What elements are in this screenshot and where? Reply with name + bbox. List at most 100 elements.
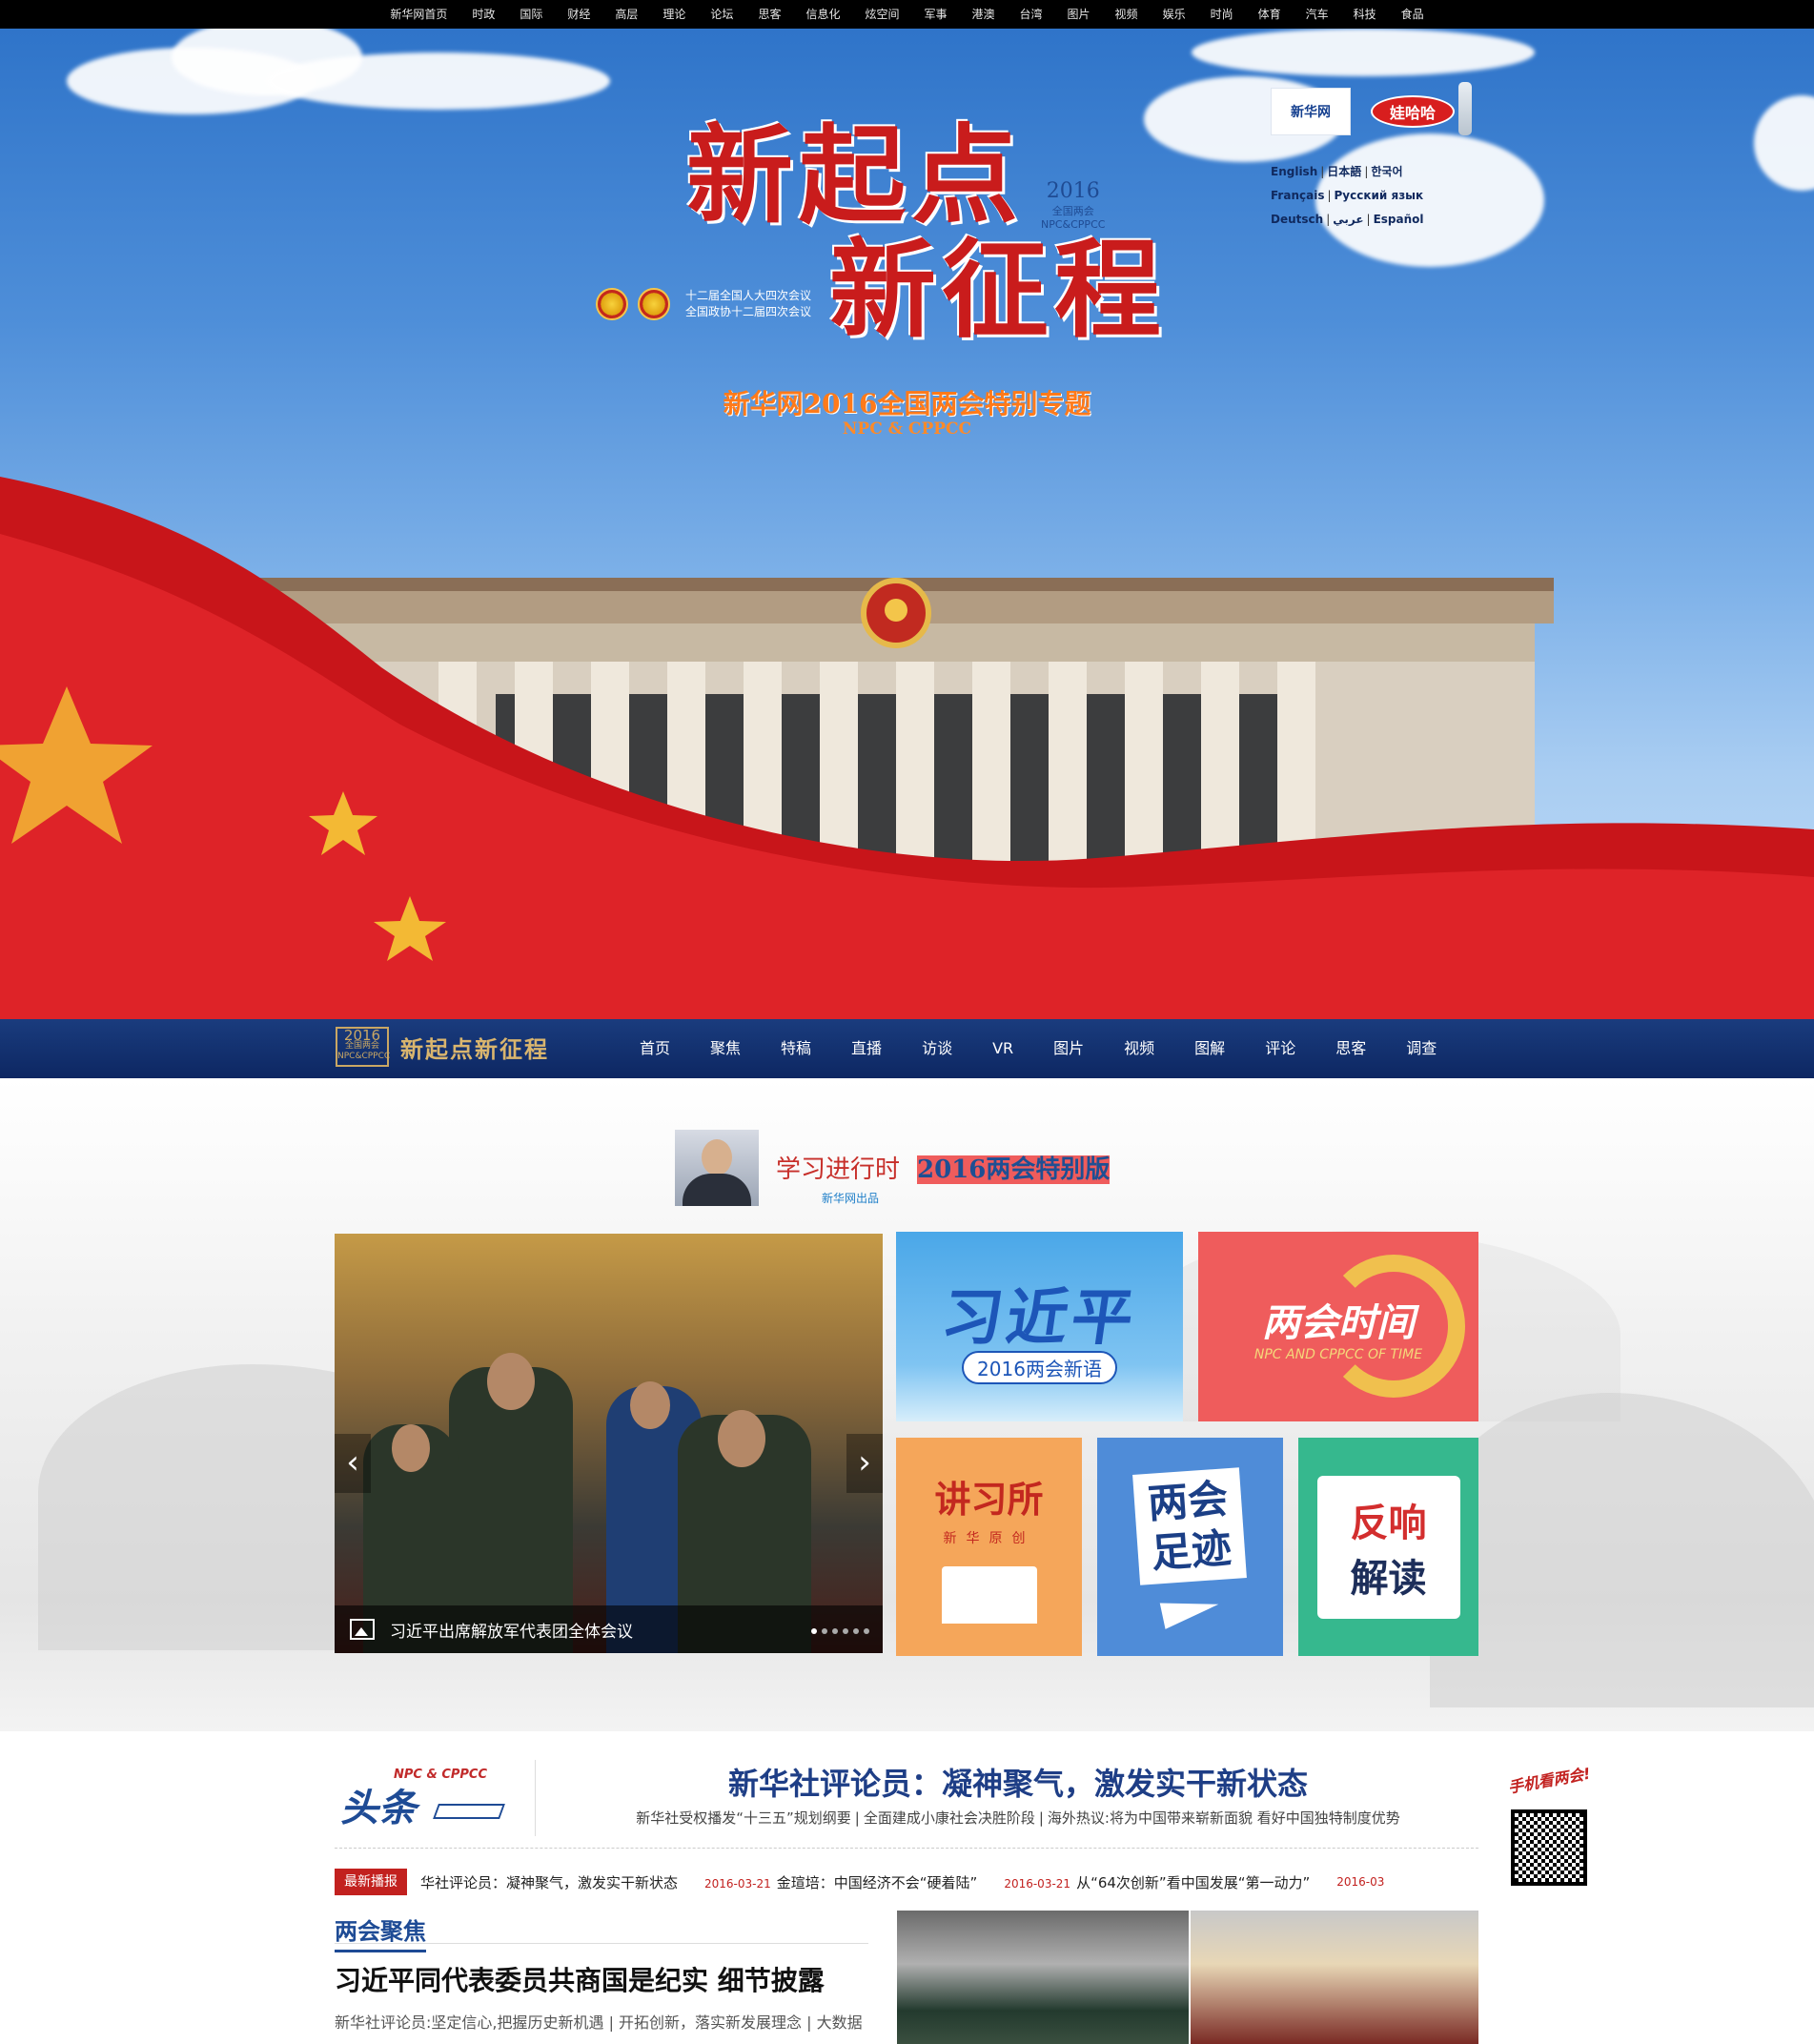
section-nav-item[interactable]: 直播 (831, 1019, 902, 1078)
logo-cn: 全国两会 (1051, 205, 1094, 217)
tile-xi-new-words[interactable]: 习近平 2016两会新语 (896, 1232, 1183, 1421)
tile-jiangxisuo[interactable]: 讲习所 新华原创 (896, 1438, 1082, 1656)
top-nav-item[interactable]: 图片 (1055, 0, 1103, 29)
section-nav-item[interactable]: 特稿 (761, 1019, 831, 1078)
section-nav-list: 首页 聚焦 特稿 直播 访谈 VR 图片 视频 图解 评论 思客 调查 (620, 1019, 1457, 1078)
photo-suit (683, 1174, 751, 1206)
top-nav-item[interactable]: 时政 (459, 0, 507, 29)
xinhua-news-logo[interactable]: 新华网 (1271, 88, 1351, 135)
carousel-next-button[interactable]: › (846, 1434, 883, 1493)
tile-response-title: 反响 (1350, 1501, 1427, 1545)
xuexi-title-a: 学习进行时 (776, 1155, 901, 1184)
language-link[interactable]: Русский язык (1335, 189, 1424, 202)
focus-label[interactable]: 两会聚焦 (335, 1912, 426, 1952)
tile-lianghui-footprint[interactable]: 两会 足迹 (1097, 1438, 1283, 1656)
language-row: Français | Русский язык (1271, 184, 1424, 208)
headline-title[interactable]: 新华社评论员：凝神聚气，激发实干新状态 (534, 1760, 1502, 1804)
divider (335, 1943, 868, 1944)
section-nav-item[interactable]: 评论 (1245, 1019, 1315, 1078)
section-nav-item[interactable]: 首页 (620, 1019, 690, 1078)
carousel-dot[interactable] (853, 1628, 859, 1634)
section-nav-item[interactable]: 视频 (1104, 1019, 1174, 1078)
ticker-date: 2016-03 (1336, 1874, 1385, 1889)
carousel-dot[interactable] (864, 1628, 869, 1634)
language-link[interactable]: Deutsch (1271, 213, 1323, 226)
top-nav-item[interactable]: 炫空间 (852, 0, 911, 29)
focus-photo[interactable] (897, 1911, 1189, 2044)
tile-footprint-title: 两会 足迹 (1132, 1466, 1248, 1585)
top-nav-item[interactable]: 高层 (602, 0, 650, 29)
focus-sub[interactable]: 新华社评论员:坚定信心,把握历史新机遇 | 开拓创新，落实新发展理念 | 大数据 (335, 2010, 863, 2033)
wahaha-logo[interactable]: 娃哈哈 (1371, 95, 1455, 128)
carousel-dot[interactable] (811, 1628, 817, 1634)
carousel-prev-button[interactable]: ‹ (335, 1434, 371, 1493)
language-link[interactable]: 한국어 (1371, 165, 1402, 178)
top-nav-item[interactable]: 新华网首页 (377, 0, 459, 29)
section-nav-item[interactable]: 思客 (1315, 1019, 1386, 1078)
top-nav-item[interactable]: 食品 (1389, 0, 1437, 29)
top-nav-item[interactable]: 港澳 (960, 0, 1008, 29)
carousel-dot[interactable] (843, 1628, 848, 1634)
photo-carousel[interactable]: ‹ › 习近平出席解放军代表团全体会议 (335, 1234, 883, 1653)
top-nav-item[interactable]: 军事 (911, 0, 959, 29)
building-icon (433, 1804, 505, 1819)
top-nav-item[interactable]: 台湾 (1008, 0, 1055, 29)
tile-lianghui-time[interactable]: 两会时间 NPC AND CPPCC OF TIME (1198, 1232, 1478, 1421)
section-nav-item[interactable]: 图片 (1033, 1019, 1104, 1078)
carousel-dot[interactable] (822, 1628, 827, 1634)
headline-link[interactable]: 全面建成小康社会决胜阶段 (864, 1809, 1035, 1827)
language-link[interactable]: عربي (1333, 213, 1363, 226)
tile-time-title: 两会时间 (1262, 1300, 1415, 1345)
language-link[interactable]: Français (1271, 189, 1324, 202)
headline-section: NPC & CPPCC 头条 新华社评论员：凝神聚气，激发实干新状态 新华社受权… (0, 1731, 1814, 2044)
top-nav-item[interactable]: 科技 (1341, 0, 1389, 29)
headline-link[interactable]: 海外热议:将为中国带来崭新面貌 看好中国独特制度优势 (1048, 1809, 1400, 1827)
tile-response-reading[interactable]: 反响 解读 (1298, 1438, 1478, 1656)
paper-plane-icon (1159, 1590, 1221, 1629)
top-nav-item[interactable]: 思客 (745, 0, 793, 29)
ticker-item[interactable]: 华社评论员：凝神聚气，激发实干新状态 (420, 1872, 678, 1892)
carousel-caption-text[interactable]: 习近平出席解放军代表团全体会议 (390, 1618, 633, 1642)
ticker-item[interactable]: 2016-03-21 从“64次创新”看中国发展“第一动力” (1004, 1872, 1310, 1892)
focus-photo[interactable] (1191, 1911, 1478, 2044)
xuexi-header: 学习进行时 2016两会特别版 新华网出品 (675, 1130, 1111, 1206)
ticker-item[interactable]: 2016-03-21 金瑄培：中国经济不会“硬着陆” (704, 1872, 977, 1892)
qr-code-icon[interactable] (1511, 1809, 1587, 1886)
top-nav-item[interactable]: 国际 (507, 0, 555, 29)
headline-link[interactable]: 新华社受权播发“十三五”规划纲要 (636, 1809, 851, 1827)
top-nav-item[interactable]: 时尚 (1198, 0, 1246, 29)
top-nav-item[interactable]: 体育 (1246, 0, 1294, 29)
top-nav-item[interactable]: 财经 (555, 0, 602, 29)
section-logo[interactable]: 2016 全国两会 NPC&CPPCC 新起点新征程 (336, 1027, 549, 1067)
section-nav-item[interactable]: 图解 (1174, 1019, 1245, 1078)
language-link[interactable]: English (1271, 165, 1317, 178)
ticker-items: 华社评论员：凝神聚气，激发实干新状态 2016-03-21 金瑄培：中国经济不会“硬… (420, 1872, 1390, 1892)
ticker-text: 华社评论员：凝神聚气，激发实干新状态 (420, 1873, 679, 1891)
separator: | (1326, 213, 1331, 226)
xuexi-sub: 新华网出品 (822, 1192, 880, 1205)
top-nav-item[interactable]: 信息化 (793, 0, 852, 29)
section-nav-item[interactable]: VR (972, 1019, 1033, 1078)
top-nav-item[interactable]: 汽车 (1294, 0, 1341, 29)
section-nav-item[interactable]: 访谈 (902, 1019, 972, 1078)
carousel-dot[interactable] (832, 1628, 838, 1634)
section-logo-en: NPC&CPPCC (337, 1052, 391, 1061)
top-nav-item[interactable]: 论坛 (698, 0, 745, 29)
language-row: Deutsch | عربي | Español (1271, 208, 1424, 232)
ticker-item[interactable]: 2016-03 (1336, 1872, 1390, 1892)
ticker-date: 2016-03-21 (1004, 1876, 1071, 1891)
xuexi-section: 学习进行时 2016两会特别版 新华网出品 ‹ › 习近平出席解放军代表团全体会议 (0, 1078, 1814, 1731)
language-link[interactable]: 日本語 (1327, 165, 1361, 178)
top-nav-item[interactable]: 娱乐 (1151, 0, 1198, 29)
section-nav-item[interactable]: 调查 (1386, 1019, 1457, 1078)
section-nav-item[interactable]: 聚焦 (690, 1019, 761, 1078)
ticker-text: 金瑄培：中国经济不会“硬着陆” (776, 1873, 978, 1891)
top-nav-item[interactable]: 理论 (650, 0, 698, 29)
ticker-date: 2016-03-21 (704, 1876, 771, 1891)
focus-title[interactable]: 习近平同代表委员共商国是纪实 细节披露 (335, 1960, 825, 1998)
language-link[interactable]: Español (1374, 213, 1424, 226)
cloud (1192, 29, 1535, 76)
top-nav-item[interactable]: 视频 (1103, 0, 1151, 29)
mobile-qr: 手机看两会! (1506, 1765, 1592, 1886)
carousel-figure (487, 1353, 535, 1410)
